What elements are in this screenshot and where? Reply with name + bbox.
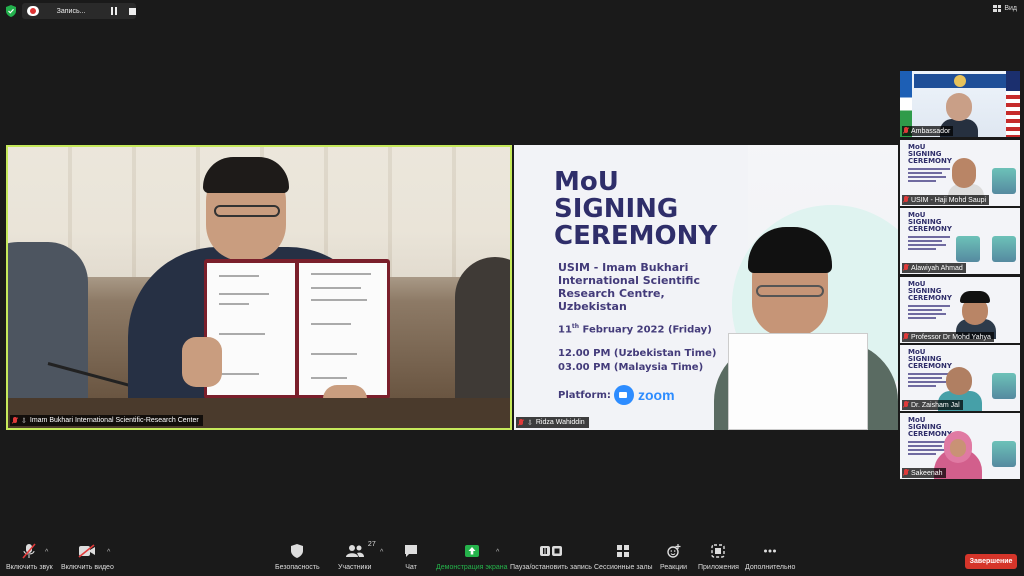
pause-stop-icon [539,543,563,559]
participant-name-tag: Sakeenah [902,468,946,478]
poster-time-uzbekistan: 12.00 PM (Uzbekistan Time) [558,348,717,359]
participant-video-poster[interactable]: MoU SIGNING CEREMONY USIM - Imam Bukhari… [514,145,898,430]
reactions-button[interactable]: Реакции [660,543,687,571]
shield-icon[interactable] [6,5,16,17]
stop-recording-icon[interactable] [129,7,137,15]
flag-malaysia [1006,71,1020,137]
mic-muted-icon [903,333,909,341]
held-document [728,333,868,430]
poster-organization: USIM - Imam Bukhari International Scient… [558,261,700,313]
participant-name-tag: Dr. Zaisham Jal [902,400,963,410]
gallery-tile-alawiyah-ahmad[interactable]: MoU SIGNING CEREMONY Alawiyah Ahmad [900,208,1020,274]
participants-chevron-icon[interactable]: ^ [380,549,383,556]
poster-platform-label: Platform: [558,390,611,401]
mic-muted-icon [903,127,909,135]
end-meeting-button[interactable]: Завершение [965,554,1017,569]
cloud-record-icon [27,6,39,16]
share-options-chevron-icon[interactable]: ^ [496,549,499,556]
security-button[interactable]: Безопасность [275,543,320,571]
pause-stop-recording-button[interactable]: Пауза/остановить запись [510,543,592,571]
chat-icon [404,543,418,559]
gallery-tile-mohd-yahya[interactable]: MoU SIGNING CEREMONY Professor Dr Mohd Y… [900,277,1020,343]
gallery-tile-sakeenah[interactable]: MoU SIGNING CEREMONY Sakeenah [900,413,1020,479]
grid-icon [993,5,1002,12]
participant-name-tag: USIM - Haji Mohd Saupi [902,195,990,205]
poster-date: 11th February 2022 (Friday) [558,323,712,336]
participant-name: Imam Bukhari International Scientific-Re… [29,417,199,424]
zoom-logo-text: zoom [638,387,675,403]
video-off-icon [78,543,96,559]
pause-recording-icon[interactable] [111,7,119,15]
participant-name-tag: ⇩ Imam Bukhari International Scientific-… [10,415,203,426]
share-screen-icon [464,543,480,559]
breakout-rooms-button[interactable]: Сессионные залы [594,543,653,571]
mic-muted-icon [903,196,909,204]
view-button[interactable]: Вид [993,5,1017,12]
recording-label: Запись... [56,7,86,15]
more-button[interactable]: Дополнительно [745,543,795,571]
recording-indicator: Запись... [22,3,137,19]
participant-name-tag: Ambassador [902,126,954,136]
gallery-tile-haji-mohd-saupi[interactable]: MoU SIGNING CEREMONY USIM - Haji Mohd Sa… [900,140,1020,206]
zoom-logo: zoom [614,385,675,405]
mic-muted-icon [12,416,18,425]
zoom-meeting-window: Запись... Вид ⇩ Imam Bukhari Internation… [0,0,1024,576]
participant-name-tag: ⇩ Ridza Wahiddin [516,417,589,428]
zoom-camera-icon [614,385,634,405]
pin-icon: ⇩ [527,419,533,427]
start-video-button[interactable]: Включить видео [61,543,114,571]
breakout-rooms-icon [616,543,630,559]
gallery-tile-zaisham-jal[interactable]: MoU SIGNING CEREMONY Dr. Zaisham Jal [900,345,1020,411]
apps-icon [711,543,726,559]
gallery-tile-ambassador[interactable]: Ambassador [900,71,1020,137]
meeting-toolbar: Включить звук ^ Включить видео ^ Безопас… [0,540,1024,576]
audio-options-chevron-icon[interactable]: ^ [45,549,48,556]
poster-time-malaysia: 03.00 PM (Malaysia Time) [558,362,704,373]
view-label: Вид [1004,5,1017,12]
apps-button[interactable]: Приложения [698,543,739,571]
mic-muted-icon [903,401,909,409]
signed-document [204,259,390,399]
share-screen-button[interactable]: Демонстрация экрана [436,543,508,571]
participant-name-tag: Professor Dr Mohd Yahya [902,332,994,342]
shield-icon [291,543,304,559]
more-dots-icon [763,543,777,559]
unmute-button[interactable]: Включить звук [6,543,53,571]
chat-button[interactable]: Чат [404,543,418,571]
participants-icon: 27 [345,541,376,559]
mic-muted-icon [518,418,524,427]
top-bar: Запись... Вид [0,0,1024,22]
emblem-icon [954,75,966,87]
mic-muted-icon [22,543,36,559]
active-speaker-video[interactable]: ⇩ Imam Bukhari International Scientific-… [6,145,512,430]
participants-button[interactable]: 27 Участники [338,541,376,571]
smiley-plus-icon [666,543,681,559]
video-options-chevron-icon[interactable]: ^ [107,549,110,556]
participants-count: 27 [367,541,376,548]
participant-name-tag: Alawiyah Ahmad [902,263,966,273]
participant-name: Ridza Wahiddin [535,419,585,426]
mic-muted-icon [903,469,909,477]
poster-title: MoU SIGNING CEREMONY [554,167,718,251]
mic-muted-icon [903,264,909,272]
pin-icon: ⇩ [21,417,27,425]
